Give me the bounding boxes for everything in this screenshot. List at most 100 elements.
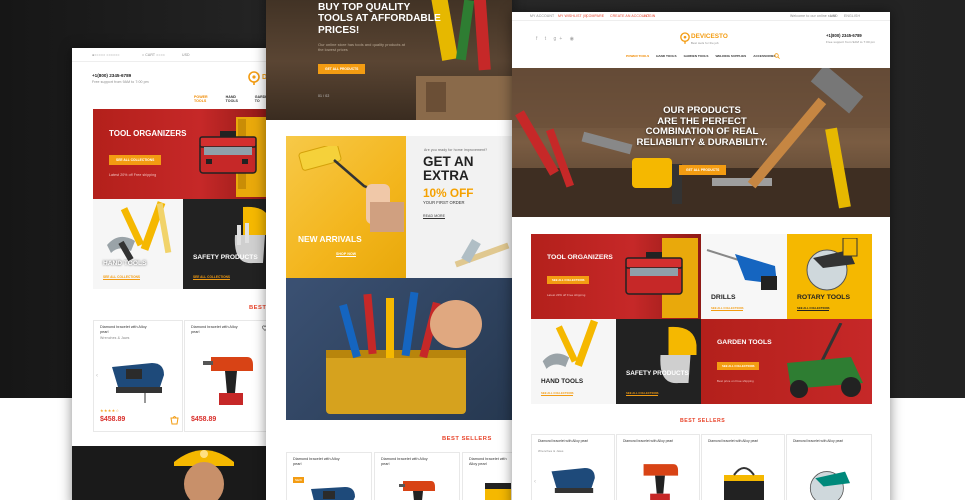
tile-title: NEW ARRIVALS xyxy=(298,234,362,244)
tile-title: DRILLS xyxy=(711,294,736,301)
tile-hand-tools[interactable]: HAND TOOLS SEE ALL COLLECTIONS xyxy=(93,199,183,289)
search-icon[interactable] xyxy=(774,53,780,59)
product-name: Diamond bracelet with Alloy pearl xyxy=(293,457,340,466)
hero-button[interactable]: GET ALL PRODUCTS xyxy=(679,165,727,175)
nav-garden-tools[interactable]: GARDEN TOOLS xyxy=(684,54,709,58)
tile-title: TOOL ORGANIZERS xyxy=(547,254,613,261)
middle-page: BUY TOP QUALITY TOOLS AT AFFORDABLE PRIC… xyxy=(266,0,512,500)
top-bar: MY ACCOUNT MY WISHLIST (0) COMPARE CREAT… xyxy=(512,12,890,21)
phone-note: Free support from 9AM to 7:00 pm xyxy=(92,80,149,84)
tile-title: TOOL ORGANIZERS xyxy=(109,129,187,138)
tile-drills[interactable]: DRILLS SEE ALL COLLECTIONS xyxy=(701,234,787,319)
see-all-link[interactable]: SEE ALL COLLECTIONS xyxy=(711,306,744,311)
new-badge: NEW xyxy=(293,477,304,483)
tile-safety-products[interactable]: SAFETY PRODUCTS SEE ALL COLLECTIONS xyxy=(183,199,272,289)
toolbag-image xyxy=(724,467,764,500)
shop-now-link[interactable]: SHOP NOW xyxy=(336,252,357,257)
product-price: $458.89 xyxy=(191,416,217,423)
section-title: BEST SELLERS xyxy=(442,436,492,442)
tile-title: ROTARY TOOLS xyxy=(797,294,850,301)
tool-belt-image xyxy=(326,291,482,414)
product-name: Diamond bracelet with Alloy pearl xyxy=(708,439,759,443)
product-name: Diamond bracelet with Alloy pearl xyxy=(381,457,428,466)
nav-accessories[interactable]: ACCESSORIES xyxy=(753,54,776,58)
hero-line-3: PRICES! xyxy=(318,24,360,36)
usd-link[interactable]: USD xyxy=(182,53,190,57)
left-page: ●○○○○○ ○○○○○○ ⌂ CART ○○○○ USD +1(800) 23… xyxy=(72,48,272,500)
product-card[interactable]: Diamond bracelet with Alloy pearl xyxy=(701,434,785,500)
top-link-account[interactable]: MY ACCOUNT xyxy=(530,14,554,18)
promo-small: Are you ready for home improvement? xyxy=(424,148,488,152)
see-all-link[interactable]: SEE ALL COLLECTIONS xyxy=(797,306,830,311)
prev-arrow-icon[interactable]: ‹ xyxy=(96,373,98,379)
currency-select[interactable]: USD xyxy=(830,14,838,18)
drill-image xyxy=(643,464,679,500)
circular-saw-image xyxy=(809,471,851,500)
see-all-link[interactable]: SEE ALL COLLECTIONS xyxy=(541,391,574,396)
product-card[interactable]: Diamond bracelet with Alloy pearl xyxy=(462,452,512,500)
drill-image xyxy=(399,481,435,500)
tile-title: SAFETY PRODUCTS xyxy=(193,254,258,261)
tile-tool-organizers[interactable]: TOOL ORGANIZERS SEE ALL COLLECTIONS Late… xyxy=(531,234,701,319)
see-all-button[interactable]: SEE ALL COLLECTIONS xyxy=(547,276,590,284)
nav-power-tools[interactable]: POWER TOOLS xyxy=(194,95,216,103)
hero-heading: BUY TOP QUALITY TOOLS AT AFFORDABLE PRIC… xyxy=(318,2,441,36)
product-card[interactable]: Diamond bracelet with Alloy pearl Wrench… xyxy=(531,434,615,500)
product-price: $458.89 xyxy=(100,416,126,423)
tile-note: Latest 20% off Free shipping xyxy=(109,173,157,177)
promo-extra: EXTRA xyxy=(423,168,469,184)
see-all-link[interactable]: SEE ALL COLLECTIONS xyxy=(626,391,659,396)
nav-hand-tools[interactable]: HAND TOOLS xyxy=(656,54,676,58)
cart-link[interactable]: ⌂ CART ○○○○ xyxy=(142,53,165,57)
language-select[interactable]: ENGLISH xyxy=(844,14,860,18)
phone: +1(800) 2345-6789 xyxy=(92,73,132,78)
nav-hand-tools[interactable]: HAND TOOLS xyxy=(226,95,245,103)
top-link[interactable]: ●○○○○○ ○○○○○○ xyxy=(92,53,120,57)
lawn-mower-image xyxy=(787,323,863,398)
top-bar: ●○○○○○ ○○○○○○ ⌂ CART ○○○○ USD xyxy=(72,48,272,62)
nav-power-tools[interactable]: POWER TOOLS xyxy=(626,54,649,58)
tile-hand-tools[interactable]: HAND TOOLS SEE ALL COLLECTIONS xyxy=(531,319,616,404)
tile-note: Best price on Free shipping xyxy=(717,379,754,383)
top-link-login[interactable]: LOGIN xyxy=(644,14,655,18)
see-all-button[interactable]: SEE ALL COLLECTIONS xyxy=(109,155,162,165)
social-icons[interactable]: f t g+ ◉ xyxy=(536,36,577,42)
hero-button[interactable]: GET ALL PRODUCTS xyxy=(318,64,366,74)
reciprocating-saw-image xyxy=(706,249,777,290)
prev-arrow-icon[interactable]: ‹ xyxy=(534,479,536,485)
product-image xyxy=(485,483,511,500)
product-card[interactable]: Diamond bracelet with Alloy pearl $458.8… xyxy=(184,320,272,432)
logo-tagline: Best tools for the job xyxy=(691,41,719,45)
product-name: Diamond bracelet with Alloy pearl xyxy=(469,457,507,466)
slider-pager[interactable]: 01 / 02 xyxy=(318,94,329,98)
toolbox-image xyxy=(199,117,272,197)
top-link-wishlist[interactable]: MY WISHLIST (0) xyxy=(558,14,587,18)
product-card[interactable]: Diamond bracelet with Alloy pearl NEW xyxy=(286,452,372,500)
top-link-compare[interactable]: COMPARE xyxy=(586,14,604,18)
product-card[interactable]: Diamond bracelet with Alloy pearl Wrench… xyxy=(93,320,183,432)
tile-safety-products[interactable]: SAFETY PRODUCTS SEE ALL COLLECTIONS xyxy=(616,319,701,404)
see-all-link[interactable]: SEE ALL COLLECTIONS xyxy=(193,275,231,280)
phone: +1(800) 2345-6789 xyxy=(826,33,862,38)
tile-promo[interactable]: Are you ready for home improvement? GET … xyxy=(406,136,512,278)
tile-rotary-tools[interactable]: ROTARY TOOLS SEE ALL COLLECTIONS xyxy=(787,234,872,319)
promo-first: YOUR FIRST ORDER xyxy=(423,200,465,205)
product-name: Diamond bracelet with Alloy pearl xyxy=(100,325,147,334)
cart-icon[interactable] xyxy=(170,416,179,425)
drill-image xyxy=(203,357,253,405)
product-card[interactable]: Diamond bracelet with Alloy pearl xyxy=(616,434,700,500)
nav-welding-supplies[interactable]: WELDING SUPPLIES xyxy=(715,54,746,58)
paint-roller-image xyxy=(298,146,404,232)
see-all-link[interactable]: SEE ALL COLLECTIONS xyxy=(103,275,141,280)
hammer-image xyxy=(542,319,599,369)
promo-pct: 10% OFF xyxy=(423,186,474,200)
tile-title: HAND TOOLS xyxy=(103,260,147,267)
tile-new-arrivals[interactable]: NEW ARRIVALS SHOP NOW xyxy=(286,136,406,278)
product-category: Wrenches & Jaws xyxy=(538,449,564,453)
tile-garden-tools[interactable]: GARDEN TOOLS SEE ALL COLLECTIONS Best pr… xyxy=(701,319,872,404)
see-all-button[interactable]: SEE ALL COLLECTIONS xyxy=(717,362,760,370)
product-card[interactable]: Diamond bracelet with Alloy pearl xyxy=(786,434,872,500)
read-more-link[interactable]: READ MORE xyxy=(423,214,446,219)
product-card[interactable]: Diamond bracelet with Alloy pearl xyxy=(374,452,460,500)
tile-tool-organizers[interactable]: TOOL ORGANIZERS SEE ALL COLLECTIONS Late… xyxy=(93,109,272,199)
